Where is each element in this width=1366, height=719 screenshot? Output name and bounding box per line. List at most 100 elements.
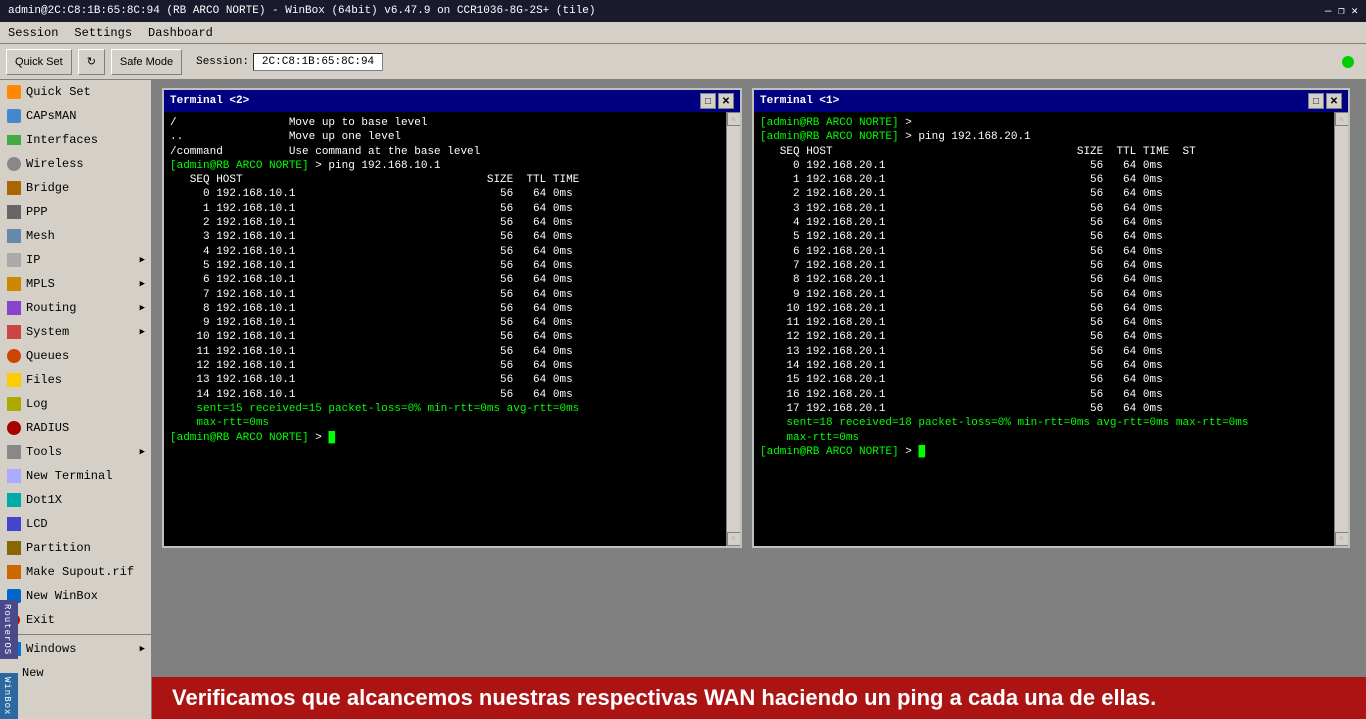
status-dot <box>1342 56 1354 68</box>
minimize-button[interactable]: — <box>1325 6 1332 18</box>
safe-mode-button[interactable]: Safe Mode <box>111 49 182 75</box>
sidebar-label-queues: Queues <box>26 349 69 363</box>
quick-set-label: Quick Set <box>15 56 63 68</box>
terminal-2-title: Terminal <2> <box>170 95 249 107</box>
titlebar-title: admin@2C:C8:1B:65:8C:94 (RB ARCO NORTE) … <box>8 5 596 17</box>
sidebar-item-windows[interactable]: Windows <box>0 637 151 661</box>
sidebar-item-ppp[interactable]: PPP <box>0 200 151 224</box>
terminal-2-scrollbar[interactable]: ▲ ▼ <box>726 112 740 546</box>
sidebar-label-tools: Tools <box>26 445 62 459</box>
terminal-2-body[interactable]: / Move up to base level .. Move up one l… <box>164 112 740 546</box>
mesh-icon <box>6 228 22 244</box>
sidebar-label-exit: Exit <box>26 613 55 627</box>
sidebar-item-quick-set[interactable]: Quick Set <box>0 80 151 104</box>
bridge-icon <box>6 180 22 196</box>
partition-icon <box>6 540 22 556</box>
terminal-2-content: / Move up to base level .. Move up one l… <box>170 116 734 445</box>
subtitle-text: Verificamos que alcancemos nuestras resp… <box>172 685 1156 710</box>
files-icon <box>6 372 22 388</box>
sidebar-item-new[interactable]: New <box>0 661 151 685</box>
lcd-icon <box>6 516 22 532</box>
terminal-1-close-button[interactable]: ✕ <box>1326 93 1342 109</box>
sidebar-item-lcd[interactable]: LCD <box>0 512 151 536</box>
sidebar-item-mesh[interactable]: Mesh <box>0 224 151 248</box>
ip-icon <box>6 252 22 268</box>
subtitle-banner: Verificamos que alcancemos nuestras resp… <box>152 677 1366 719</box>
session-value: 2C:C8:1B:65:8C:94 <box>253 53 383 71</box>
sidebar-item-bridge[interactable]: Bridge <box>0 176 151 200</box>
terminal-1-controls: □ ✕ <box>1308 93 1342 109</box>
sidebar-label-new: New <box>22 666 44 680</box>
terminal-1-title: Terminal <1> <box>760 95 839 107</box>
sidebar-item-tools[interactable]: Tools <box>0 440 151 464</box>
menu-settings[interactable]: Settings <box>74 26 132 40</box>
terminal-2-close-button[interactable]: ✕ <box>718 93 734 109</box>
sidebar-item-log[interactable]: Log <box>0 392 151 416</box>
sidebar-label-bridge: Bridge <box>26 181 69 195</box>
terminal-2-controls: □ ✕ <box>700 93 734 109</box>
session-label: Session: <box>196 56 249 68</box>
sidebar-label-system: System <box>26 325 69 339</box>
sidebar-label-mesh: Mesh <box>26 229 55 243</box>
sidebar-label-windows: Windows <box>26 642 76 656</box>
refresh-button[interactable]: ↻ <box>78 49 105 75</box>
ppp-icon <box>6 204 22 220</box>
quick-set-button[interactable]: Quick Set <box>6 49 72 75</box>
sidebar-item-mpls[interactable]: MPLS <box>0 272 151 296</box>
terminal-1-resize-button[interactable]: □ <box>1308 93 1324 109</box>
sidebar-item-new-winbox[interactable]: New WinBox <box>0 584 151 608</box>
terminal-2-scroll-down[interactable]: ▼ <box>727 532 741 546</box>
terminal-1-scroll-thumb <box>1336 126 1348 532</box>
terminal-1-scroll-up[interactable]: ▲ <box>1335 112 1349 126</box>
titlebar: admin@2C:C8:1B:65:8C:94 (RB ARCO NORTE) … <box>0 0 1366 22</box>
sidebar-item-ip[interactable]: IP <box>0 248 151 272</box>
sidebar-item-system[interactable]: System <box>0 320 151 344</box>
terminal-1-scrollbar[interactable]: ▲ ▼ <box>1334 112 1348 546</box>
terminal-2-titlebar[interactable]: Terminal <2> □ ✕ <box>164 90 740 112</box>
safe-mode-label: Safe Mode <box>120 56 173 68</box>
terminal-2-window: Terminal <2> □ ✕ / Move up to base level… <box>162 88 742 548</box>
sidebar-item-partition[interactable]: Partition <box>0 536 151 560</box>
quick-set-icon <box>6 84 22 100</box>
sidebar-item-files[interactable]: Files <box>0 368 151 392</box>
maximize-button[interactable]: ❐ <box>1338 6 1345 18</box>
sidebar-label-files: Files <box>26 373 62 387</box>
sidebar-item-radius[interactable]: RADIUS <box>0 416 151 440</box>
sidebar-label-lcd: LCD <box>26 517 48 531</box>
titlebar-controls: — ❐ ✕ <box>1325 4 1358 18</box>
dot1x-icon <box>6 492 22 508</box>
sidebar-item-capsman[interactable]: CAPsMAN <box>0 104 151 128</box>
sidebar-item-routing[interactable]: Routing <box>0 296 151 320</box>
close-button[interactable]: ✕ <box>1351 6 1358 18</box>
sidebar-item-make-supout[interactable]: Make Supout.rif <box>0 560 151 584</box>
sidebar-label-routing: Routing <box>26 301 76 315</box>
sidebar-label-new-winbox: New WinBox <box>26 589 98 603</box>
sidebar-label-new-terminal: New Terminal <box>26 469 112 483</box>
routing-icon <box>6 300 22 316</box>
sidebar-item-new-terminal[interactable]: New Terminal <box>0 464 151 488</box>
sidebar-label-radius: RADIUS <box>26 421 69 435</box>
sidebar-label-interfaces: Interfaces <box>26 133 98 147</box>
menu-dashboard[interactable]: Dashboard <box>148 26 213 40</box>
system-icon <box>6 324 22 340</box>
terminal-1-content: [admin@RB ARCO NORTE] > [admin@RB ARCO N… <box>760 116 1342 459</box>
refresh-icon: ↻ <box>87 55 96 68</box>
menubar: Session Settings Dashboard <box>0 22 1366 44</box>
toolbar: Quick Set ↻ Safe Mode Session: 2C:C8:1B:… <box>0 44 1366 80</box>
sidebar-item-queues[interactable]: Queues <box>0 344 151 368</box>
menu-session[interactable]: Session <box>8 26 58 40</box>
sidebar-item-dot1x[interactable]: Dot1X <box>0 488 151 512</box>
terminal-2-scroll-up[interactable]: ▲ <box>727 112 741 126</box>
terminal-1-body[interactable]: [admin@RB ARCO NORTE] > [admin@RB ARCO N… <box>754 112 1348 546</box>
queues-icon <box>6 348 22 364</box>
interfaces-icon <box>6 132 22 148</box>
terminal-2-resize-button[interactable]: □ <box>700 93 716 109</box>
make-supout-icon <box>6 564 22 580</box>
sidebar-item-wireless[interactable]: Wireless <box>0 152 151 176</box>
terminal-1-scroll-down[interactable]: ▼ <box>1335 532 1349 546</box>
capsman-icon <box>6 108 22 124</box>
sidebar-item-exit[interactable]: Exit <box>0 608 151 632</box>
terminal-1-titlebar[interactable]: Terminal <1> □ ✕ <box>754 90 1348 112</box>
sidebar: Quick Set CAPsMAN Interfaces Wireless Br… <box>0 80 152 719</box>
sidebar-item-interfaces[interactable]: Interfaces <box>0 128 151 152</box>
